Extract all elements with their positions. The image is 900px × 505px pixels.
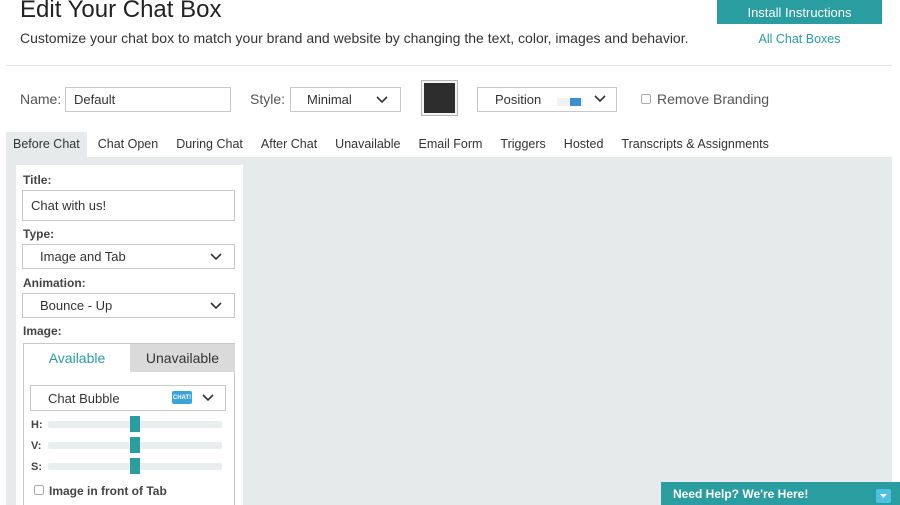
help-widget-bar[interactable]: Need Help? We're Here! bbox=[661, 482, 900, 505]
tab-hosted[interactable]: Hosted bbox=[557, 132, 611, 157]
type-select-value: Image and Tab bbox=[40, 249, 126, 264]
title-field-label: Title: bbox=[23, 173, 52, 187]
animation-select[interactable]: Bounce - Up bbox=[22, 293, 235, 318]
tab-unavailable[interactable]: Unavailable bbox=[328, 132, 407, 157]
style-chevron-down-icon bbox=[376, 96, 388, 104]
install-instructions-button[interactable]: Install Instructions bbox=[717, 0, 882, 24]
tab-after-chat[interactable]: After Chat bbox=[254, 132, 324, 157]
name-label: Name: bbox=[20, 91, 62, 107]
tab-bar: Before Chat Chat Open During Chat After … bbox=[6, 132, 780, 157]
image-select-value: Chat Bubble bbox=[48, 390, 120, 406]
saturation-slider-thumb[interactable] bbox=[130, 458, 140, 474]
image-in-front-label: Image in front of Tab bbox=[49, 484, 167, 498]
value-slider-thumb[interactable] bbox=[130, 437, 140, 453]
tab-email-form[interactable]: Email Form bbox=[412, 132, 490, 157]
hue-slider-label: H: bbox=[31, 419, 43, 431]
chat-bubble-icon: CHAT! bbox=[172, 391, 192, 404]
all-chat-boxes-link[interactable]: All Chat Boxes bbox=[717, 32, 882, 46]
image-select[interactable]: Chat Bubble bbox=[30, 385, 226, 411]
tab-during-chat[interactable]: During Chat bbox=[169, 132, 250, 157]
animation-chevron-down-icon bbox=[210, 302, 222, 310]
position-chevron-down-icon bbox=[594, 95, 606, 103]
type-select[interactable]: Image and Tab bbox=[22, 244, 235, 269]
style-select-value: Minimal bbox=[307, 92, 352, 107]
remove-branding-checkbox[interactable] bbox=[641, 94, 651, 104]
image-chevron-down-icon bbox=[202, 394, 214, 402]
value-slider-label: V: bbox=[31, 440, 42, 452]
image-field-label: Image: bbox=[23, 324, 62, 338]
position-preview-icon bbox=[557, 98, 583, 106]
help-widget-toggle-icon[interactable] bbox=[876, 489, 891, 503]
tab-before-chat[interactable]: Before Chat bbox=[6, 132, 87, 157]
animation-field-label: Animation: bbox=[23, 276, 86, 290]
animation-select-value: Bounce - Up bbox=[40, 298, 113, 313]
position-select-label: Position bbox=[495, 92, 542, 107]
title-input[interactable]: Chat with us! bbox=[22, 190, 235, 221]
tab-chat-open[interactable]: Chat Open bbox=[91, 132, 165, 157]
remove-branding-label: Remove Branding bbox=[657, 91, 770, 107]
image-in-front-checkbox[interactable] bbox=[34, 485, 44, 495]
name-input[interactable]: Default bbox=[65, 87, 231, 112]
tab-transcripts-assignments[interactable]: Transcripts & Assignments bbox=[614, 132, 776, 157]
saturation-slider[interactable] bbox=[48, 458, 222, 474]
hue-slider-thumb[interactable] bbox=[130, 416, 140, 432]
color-picker[interactable] bbox=[421, 80, 458, 116]
header-divider bbox=[6, 65, 892, 66]
hue-slider[interactable] bbox=[48, 416, 222, 432]
value-slider[interactable] bbox=[48, 437, 222, 453]
tab-triggers[interactable]: Triggers bbox=[493, 132, 552, 157]
image-tab-unavailable[interactable]: Unavailable bbox=[130, 344, 235, 372]
style-label: Style: bbox=[250, 91, 286, 107]
image-tab-available[interactable]: Available bbox=[24, 344, 130, 372]
color-swatch bbox=[424, 83, 455, 113]
page-title: Edit Your Chat Box bbox=[20, 0, 222, 23]
help-widget-label: Need Help? We're Here! bbox=[673, 486, 809, 501]
page-subtitle: Customize your chat box to match your br… bbox=[20, 30, 689, 46]
type-chevron-down-icon bbox=[210, 253, 222, 261]
chat-badge-text: CHAT! bbox=[172, 394, 192, 401]
type-field-label: Type: bbox=[23, 227, 55, 241]
saturation-slider-label: S: bbox=[31, 461, 42, 473]
